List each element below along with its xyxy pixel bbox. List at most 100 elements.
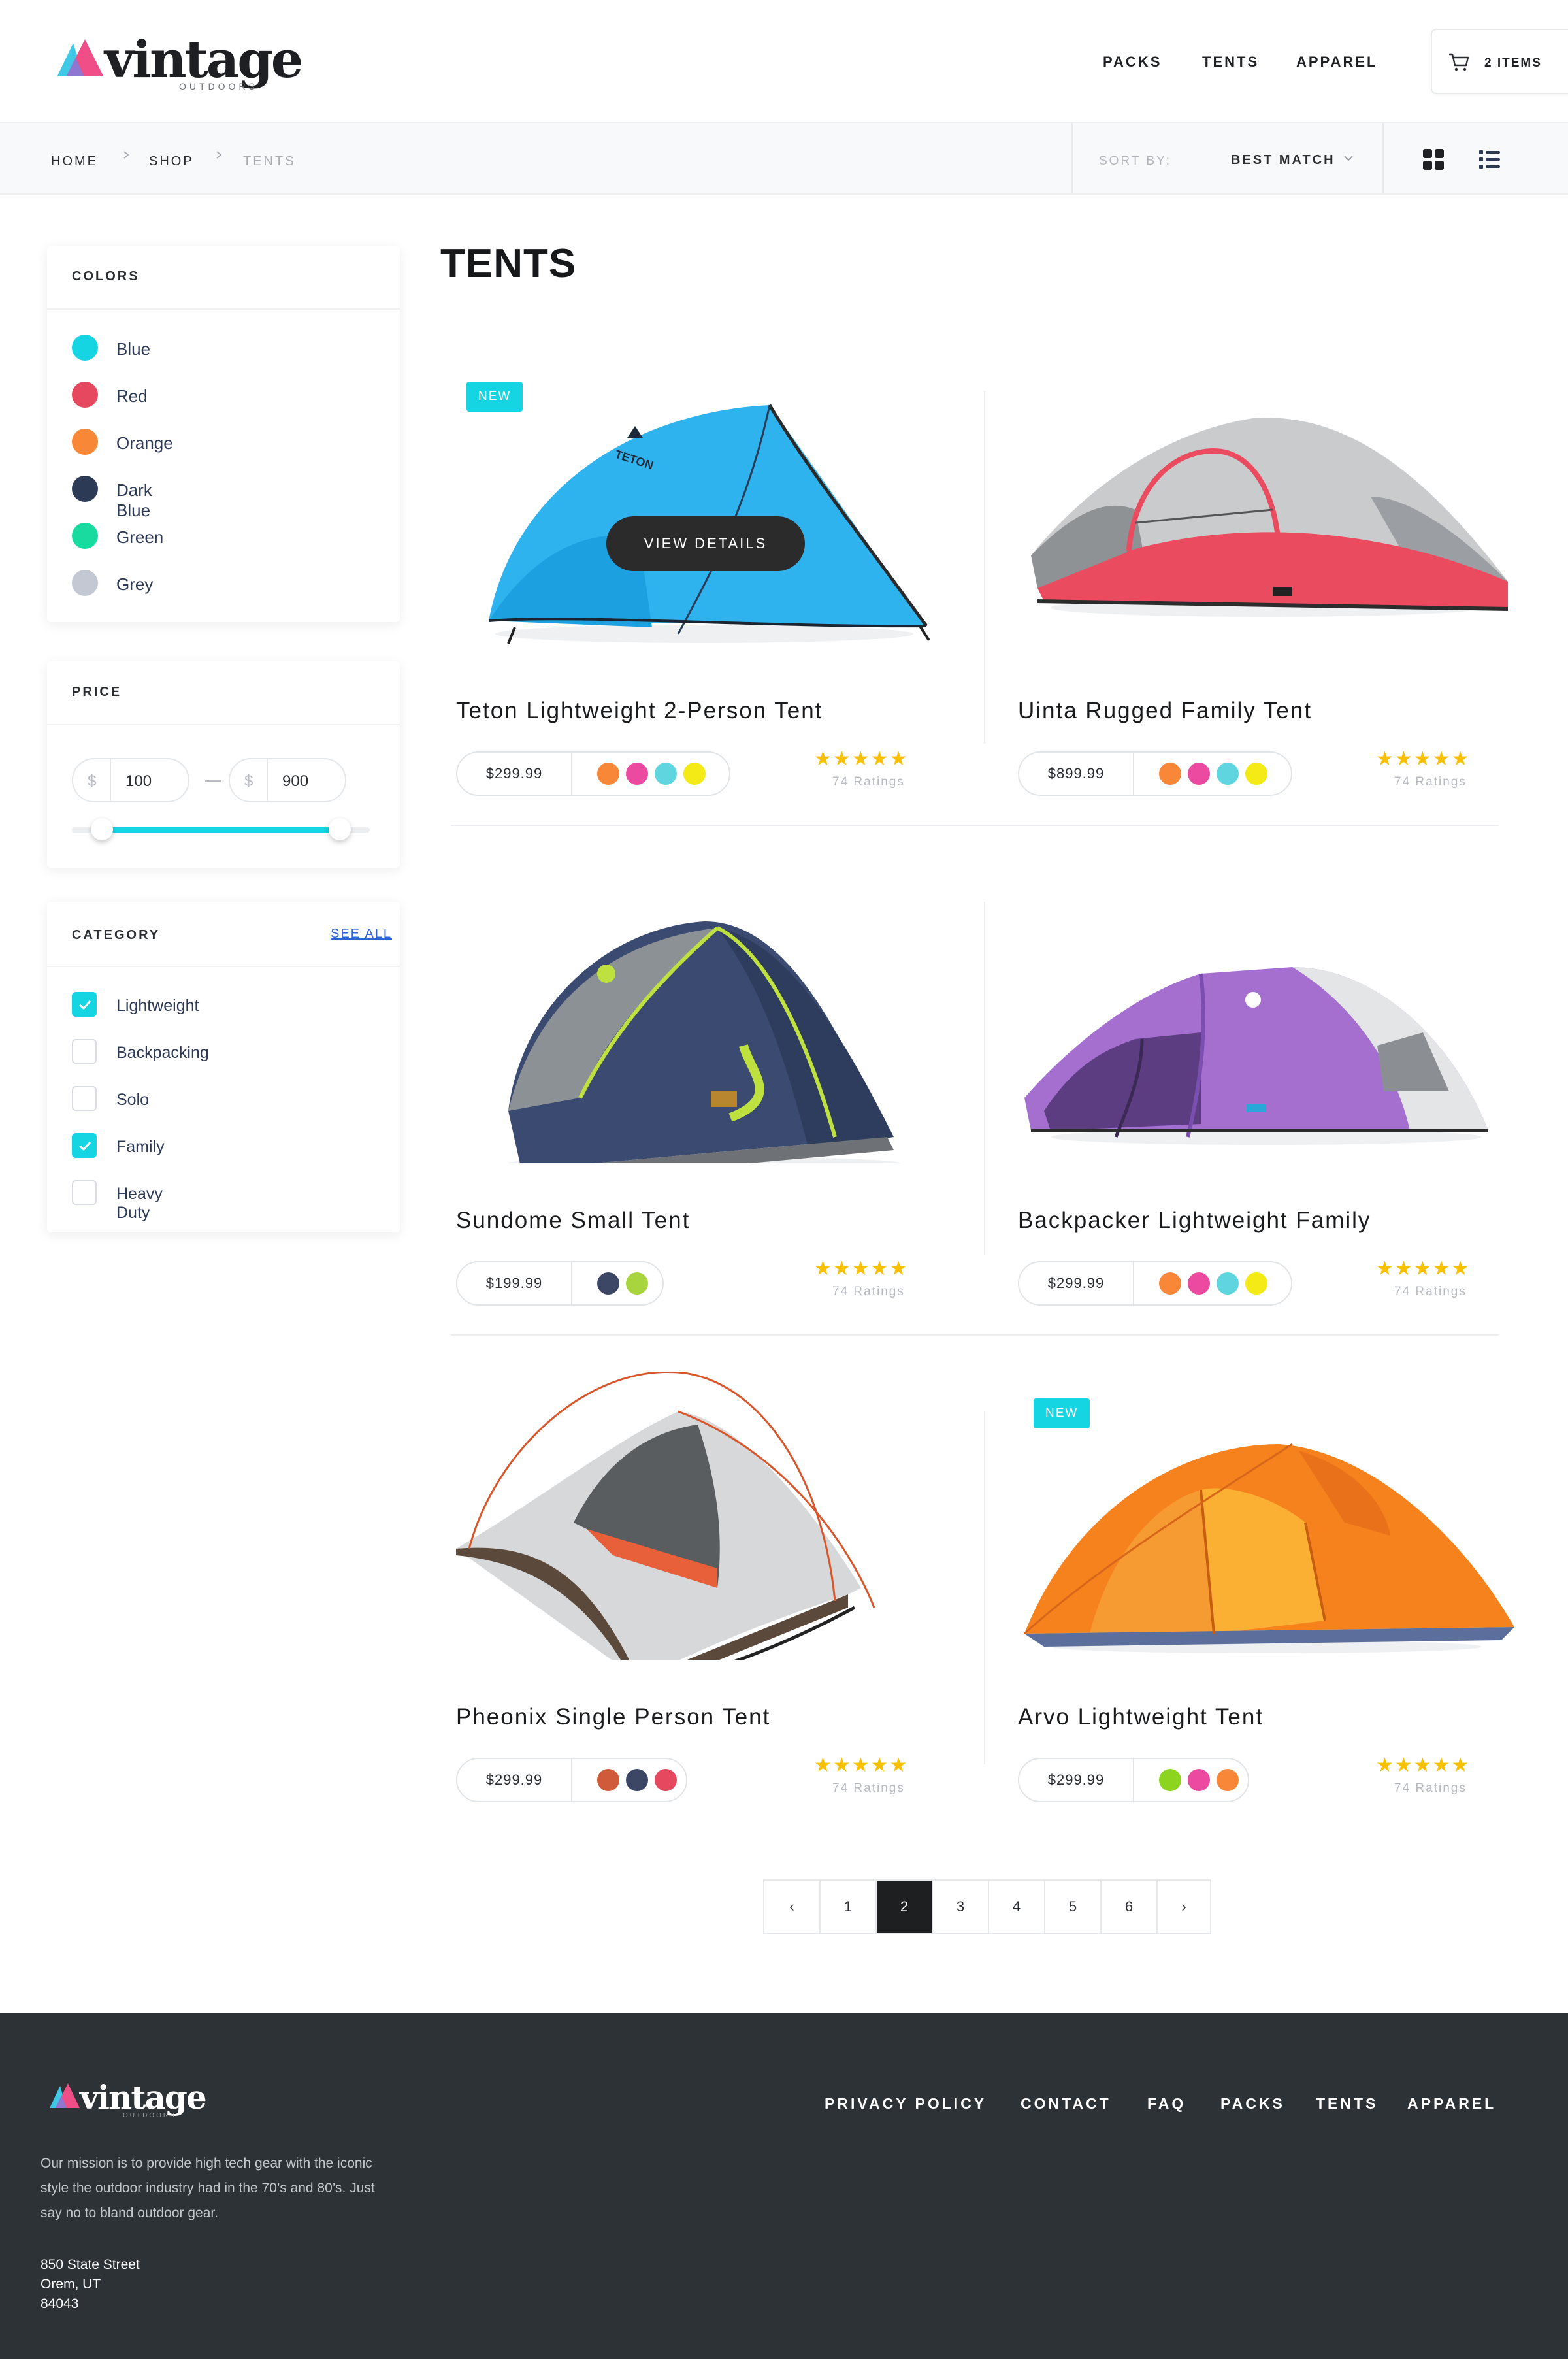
price-max-input[interactable]: $ 900 (229, 758, 346, 802)
price-range-slider[interactable] (72, 818, 370, 840)
product-name[interactable]: Sundome Small Tent (456, 1208, 690, 1234)
address-line: 850 State Street (41, 2257, 140, 2272)
checkbox[interactable] (72, 992, 97, 1017)
checkbox[interactable] (72, 1039, 97, 1064)
product-name[interactable]: Pheonix Single Person Tent (456, 1704, 770, 1730)
chevron-down-icon[interactable] (1342, 152, 1355, 165)
color-swatch[interactable] (1245, 763, 1267, 785)
sort-select[interactable]: BEST MATCH (1231, 153, 1335, 168)
list-view-icon[interactable] (1478, 148, 1501, 171)
checkbox[interactable] (72, 1133, 97, 1158)
color-swatch (72, 476, 98, 502)
footer-link-tents[interactable]: TENTS (1316, 2095, 1378, 2113)
color-swatch[interactable] (1159, 763, 1181, 785)
footer-link-privacy[interactable]: PRIVACY POLICY (825, 2095, 987, 2113)
price-max-value: 900 (282, 772, 309, 790)
nav-apparel[interactable]: APPAREL (1296, 54, 1378, 71)
cart-button[interactable]: 2 ITEMS (1431, 29, 1568, 94)
color-swatch[interactable] (597, 1769, 619, 1791)
prev-page-button[interactable]: ‹ (764, 1881, 821, 1933)
breadcrumb-shop[interactable]: SHOP (149, 154, 194, 169)
divider (984, 1411, 985, 1764)
color-swatch[interactable] (626, 1769, 648, 1791)
color-name: Blue (116, 339, 151, 359)
see-all-link[interactable]: SEE ALL (331, 927, 392, 942)
product-card[interactable]: NEW Arvo Lightweight Tent $299.99 ★★★★★ … (1005, 1372, 1527, 1804)
footer-brand-tagline: OUTDOORS (123, 2112, 176, 2119)
product-name[interactable]: Backpacker Lightweight Family (1018, 1208, 1371, 1234)
star-rating: ★★★★★ (1376, 1755, 1471, 1776)
color-swatch[interactable] (1159, 1272, 1181, 1295)
page-button[interactable]: 2 (877, 1881, 933, 1933)
color-swatch[interactable] (597, 1272, 619, 1295)
price-min-input[interactable]: $ 100 (72, 758, 189, 802)
checkbox[interactable] (72, 1180, 97, 1205)
footer-link-packs[interactable]: PACKS (1220, 2095, 1285, 2113)
color-swatch[interactable] (655, 763, 677, 785)
product-price: $299.99 (457, 1759, 572, 1801)
color-swatch[interactable] (683, 763, 706, 785)
color-swatch[interactable] (1217, 763, 1239, 785)
page-button[interactable]: 6 (1102, 1881, 1158, 1933)
rating-count: 74 Ratings (1394, 775, 1467, 789)
rating-count: 74 Ratings (832, 1285, 905, 1298)
color-swatch[interactable] (1188, 1272, 1210, 1295)
color-swatch[interactable] (626, 763, 648, 785)
brand-logo[interactable]: vintage OUTDOORS (54, 30, 303, 95)
check-icon (79, 1000, 91, 1010)
product-name[interactable]: Arvo Lightweight Tent (1018, 1704, 1264, 1730)
next-page-button[interactable]: › (1158, 1881, 1210, 1933)
color-swatch[interactable] (655, 1769, 677, 1791)
range-dash (205, 780, 221, 782)
product-card[interactable]: Pheonix Single Person Tent $299.99 ★★★★★… (443, 1372, 966, 1804)
color-swatch[interactable] (1188, 1769, 1210, 1791)
star-rating: ★★★★★ (814, 748, 909, 770)
breadcrumb-home[interactable]: HOME (51, 154, 98, 169)
footer-link-apparel[interactable]: APPAREL (1407, 2095, 1496, 2113)
color-swatch[interactable] (1217, 1769, 1239, 1791)
footer-link-contact[interactable]: CONTACT (1021, 2095, 1111, 2113)
divider (1382, 123, 1384, 193)
footer-logo[interactable]: vintage OUTDOORS (47, 2078, 217, 2124)
color-swatch[interactable] (1217, 1272, 1239, 1295)
footer-link-faq[interactable]: FAQ (1147, 2095, 1186, 2113)
product-card[interactable]: Sundome Small Tent $199.99 ★★★★★ 74 Rati… (443, 876, 966, 1307)
product-card[interactable]: Backpacker Lightweight Family $299.99 ★★… (1005, 876, 1527, 1307)
color-swatch (72, 523, 98, 549)
new-badge: NEW (1034, 1398, 1090, 1428)
page-button[interactable]: 4 (989, 1881, 1045, 1933)
product-price: $299.99 (1019, 1262, 1134, 1304)
divider (451, 1334, 1499, 1336)
price-swatch-pill: $299.99 (1018, 1758, 1249, 1802)
price-swatch-pill: $299.99 (456, 1758, 687, 1802)
slider-min-handle[interactable] (90, 818, 113, 840)
product-card[interactable]: Uinta Rugged Family Tent $899.99 ★★★★★ 7… (1005, 366, 1527, 797)
color-swatch[interactable] (597, 763, 619, 785)
currency-symbol: $ (88, 772, 97, 790)
page-title: TENTS (440, 241, 577, 286)
nav-packs[interactable]: PACKS (1103, 54, 1162, 71)
divider (47, 724, 400, 725)
grid-view-icon[interactable] (1422, 148, 1445, 171)
color-swatch[interactable] (1188, 763, 1210, 785)
divider (110, 759, 111, 801)
breadcrumb-current: TENTS (243, 154, 296, 169)
color-swatch (72, 382, 98, 408)
color-swatch[interactable] (626, 1272, 648, 1295)
page-button[interactable]: 3 (933, 1881, 989, 1933)
price-swatch-pill: $899.99 (1018, 751, 1292, 796)
product-name[interactable]: Uinta Rugged Family Tent (1018, 698, 1312, 724)
product-name[interactable]: Teton Lightweight 2-Person Tent (456, 698, 823, 724)
color-swatch[interactable] (1245, 1272, 1267, 1295)
view-details-button[interactable]: VIEW DETAILS (606, 516, 805, 571)
page-button[interactable]: 5 (1045, 1881, 1102, 1933)
nav-tents[interactable]: TENTS (1202, 54, 1259, 71)
product-card[interactable]: TETON NEW VIEW DETAILS Teton Lightweight… (443, 366, 966, 797)
color-swatch[interactable] (1159, 1769, 1181, 1791)
page-button[interactable]: 1 (821, 1881, 877, 1933)
price-filter: PRICE $ 100 $ 900 (47, 661, 400, 868)
color-name: Grey (116, 574, 154, 594)
slider-max-handle[interactable] (329, 818, 351, 840)
mission-text: Our mission is to provide high tech gear… (41, 2156, 375, 2220)
checkbox[interactable] (72, 1086, 97, 1111)
